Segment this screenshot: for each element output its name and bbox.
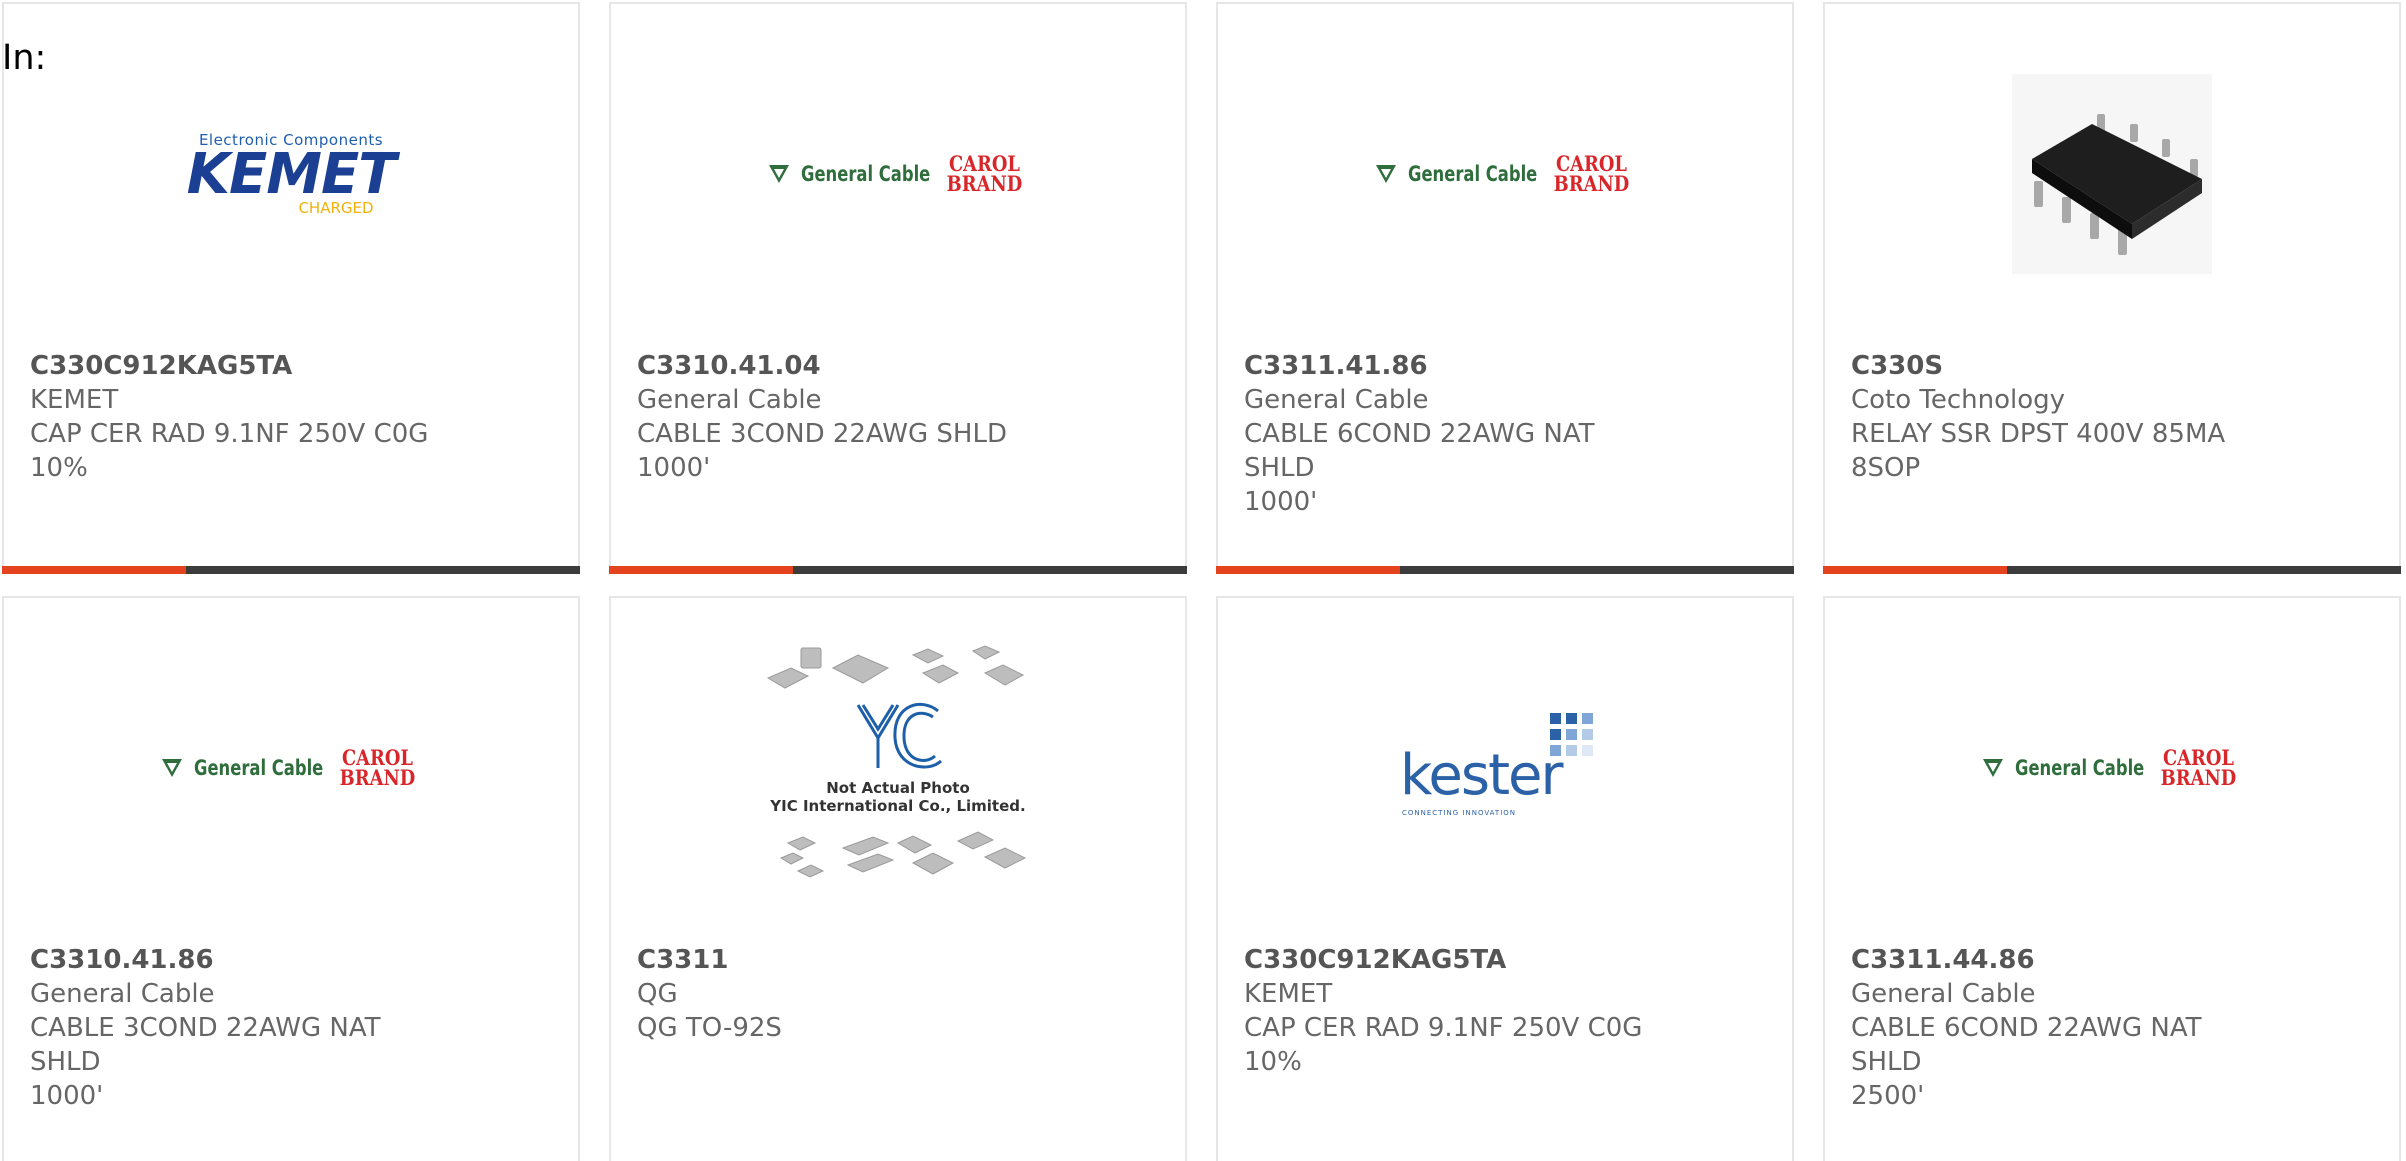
yic-caption-line-1: Not Actual Photo	[826, 779, 970, 797]
product-info: C330C912KAG5TA KEMET CAP CER RAD 9.1NF 2…	[1244, 943, 1664, 1079]
kemet-logo-main: KEMET	[186, 142, 397, 207]
card-bottom-bar	[609, 566, 1187, 574]
yic-caption-line-2: YIC International Co., Limited.	[770, 797, 1026, 815]
general-cable-shield-icon	[768, 165, 789, 183]
product-card[interactable]: General Cable CAROL BRAND C3311.41.86 Gen…	[1216, 2, 1794, 574]
description-line-1: RELAY SSR DPST 400V 85MA	[1851, 419, 2226, 449]
brand-text: BRAND	[947, 171, 1023, 196]
product-image	[1825, 4, 2399, 344]
product-image: kester CONNECTING INNOVATION	[1218, 598, 1792, 938]
carol-brand-mark: CAROL BRAND	[947, 153, 1023, 196]
product-card[interactable]: General Cable CAROL BRAND C3311.44.86 Gen…	[1823, 596, 2401, 1161]
part-number[interactable]: C3311	[637, 943, 1057, 977]
yic-caption: Not Actual Photo YIC International Co., …	[763, 779, 1033, 815]
card-accent-bar	[1823, 566, 2007, 574]
description-line-2: 8SOP	[1851, 453, 1921, 483]
product-image: Not Actual Photo YIC International Co., …	[611, 598, 1185, 938]
product-info: C3310.41.04 General Cable CABLE 3COND 22…	[637, 349, 1057, 485]
manufacturer: KEMET	[30, 385, 119, 415]
product-info: C3311.41.86 General Cable CABLE 6COND 22…	[1244, 349, 1664, 519]
product-grid-page: In: Electronic Components KEMET CHARGED …	[0, 0, 2406, 1161]
manufacturer: General Cable	[1851, 979, 2036, 1009]
general-cable-shield-icon	[1982, 759, 2003, 777]
part-number[interactable]: C3310.41.04	[637, 349, 1057, 383]
product-image: General Cable CAROL BRAND	[611, 4, 1185, 344]
relay-ic-package-image	[2012, 74, 2212, 274]
product-card[interactable]: kester CONNECTING INNOVATION C330C912KAG…	[1216, 596, 1794, 1161]
kester-logo: kester CONNECTING INNOVATION	[1400, 713, 1610, 823]
description-line-1: CABLE 6COND 22AWG NAT SHLD	[1244, 419, 1595, 483]
card-accent-bar	[1216, 566, 1400, 574]
description-line-2: 1000'	[30, 1081, 104, 1111]
product-card[interactable]: General Cable CAROL BRAND C3310.41.04 Gen…	[609, 2, 1187, 574]
description-line-2: 10%	[30, 453, 88, 483]
general-cable-wordmark: General Cable	[1407, 162, 1537, 186]
yic-placeholder-image: Not Actual Photo YIC International Co., …	[763, 643, 1033, 893]
product-card[interactable]: Not Actual Photo YIC International Co., …	[609, 596, 1187, 1161]
product-info: C330S Coto Technology RELAY SSR DPST 400…	[1851, 349, 2271, 485]
general-cable-logo: General Cable CAROL BRAND	[767, 153, 1030, 196]
carol-brand-mark: CAROL BRAND	[1554, 153, 1630, 196]
product-image: General Cable CAROL BRAND	[1218, 4, 1792, 344]
general-cable-logo: General Cable CAROL BRAND	[1981, 747, 2244, 790]
description-line-1: CABLE 6COND 22AWG NAT SHLD	[1851, 1013, 2202, 1077]
description-line-2: 1000'	[1244, 487, 1318, 517]
manufacturer: Coto Technology	[1851, 385, 2066, 415]
product-info: C3310.41.86 General Cable CABLE 3COND 22…	[30, 943, 450, 1113]
description-line-1: CAP CER RAD 9.1NF 250V C0G	[1244, 1013, 1643, 1043]
general-cable-shield-icon	[161, 759, 182, 777]
description-line-2: 2500'	[1851, 1081, 1925, 1111]
carol-brand-mark: CAROL BRAND	[340, 747, 416, 790]
product-image: Electronic Components KEMET CHARGED	[4, 4, 578, 344]
product-info: C330C912KAG5TA KEMET CAP CER RAD 9.1NF 2…	[30, 349, 450, 485]
description-line-2: 1000'	[637, 453, 711, 483]
card-bottom-bar	[2, 566, 580, 574]
product-image: General Cable CAROL BRAND	[4, 598, 578, 938]
part-number[interactable]: C330C912KAG5TA	[30, 349, 450, 383]
product-info: C3311.44.86 General Cable CABLE 6COND 22…	[1851, 943, 2271, 1113]
description-line-2: 10%	[1244, 1047, 1302, 1077]
part-number[interactable]: C3310.41.86	[30, 943, 450, 977]
chip-package-illustrations	[766, 645, 1027, 878]
manufacturer: General Cable	[637, 385, 822, 415]
product-info: C3311 QG QG TO-92S	[637, 943, 1057, 1045]
general-cable-wordmark: General Cable	[2014, 756, 2144, 780]
description-line-1: CABLE 3COND 22AWG NAT SHLD	[30, 1013, 381, 1077]
description-line-1: CABLE 3COND 22AWG SHLD	[637, 419, 1007, 449]
manufacturer: KEMET	[1244, 979, 1333, 1009]
description-line-1: CAP CER RAD 9.1NF 250V C0G	[30, 419, 429, 449]
general-cable-wordmark: General Cable	[800, 162, 930, 186]
card-accent-bar	[2, 566, 186, 574]
brand-text: BRAND	[1554, 171, 1630, 196]
brand-text: BRAND	[2161, 765, 2237, 790]
product-card[interactable]: Electronic Components KEMET CHARGED C330…	[2, 2, 580, 574]
manufacturer: QG	[637, 979, 678, 1009]
general-cable-logo: General Cable CAROL BRAND	[1374, 153, 1637, 196]
product-card[interactable]: C330S Coto Technology RELAY SSR DPST 400…	[1823, 2, 2401, 574]
manufacturer: General Cable	[1244, 385, 1429, 415]
part-number[interactable]: C3311.41.86	[1244, 349, 1664, 383]
brand-text: BRAND	[340, 765, 416, 790]
description-line-1: QG TO-92S	[637, 1013, 782, 1043]
product-card[interactable]: General Cable CAROL BRAND C3310.41.86 Gen…	[2, 596, 580, 1161]
part-number[interactable]: C330S	[1851, 349, 2271, 383]
in-label: In:	[2, 38, 47, 78]
manufacturer: General Cable	[30, 979, 215, 1009]
card-bottom-bar	[1216, 566, 1794, 574]
part-number[interactable]: C330C912KAG5TA	[1244, 943, 1664, 977]
kester-wordmark: kester	[1400, 743, 1563, 808]
kester-tagline: CONNECTING INNOVATION	[1402, 809, 1517, 817]
card-bottom-bar	[1823, 566, 2401, 574]
general-cable-logo: General Cable CAROL BRAND	[160, 747, 423, 790]
product-image: General Cable CAROL BRAND	[1825, 598, 2399, 938]
kemet-logo: Electronic Components KEMET CHARGED	[186, 131, 397, 217]
card-accent-bar	[609, 566, 793, 574]
carol-brand-mark: CAROL BRAND	[2161, 747, 2237, 790]
general-cable-shield-icon	[1375, 165, 1396, 183]
part-number[interactable]: C3311.44.86	[1851, 943, 2271, 977]
general-cable-wordmark: General Cable	[193, 756, 323, 780]
